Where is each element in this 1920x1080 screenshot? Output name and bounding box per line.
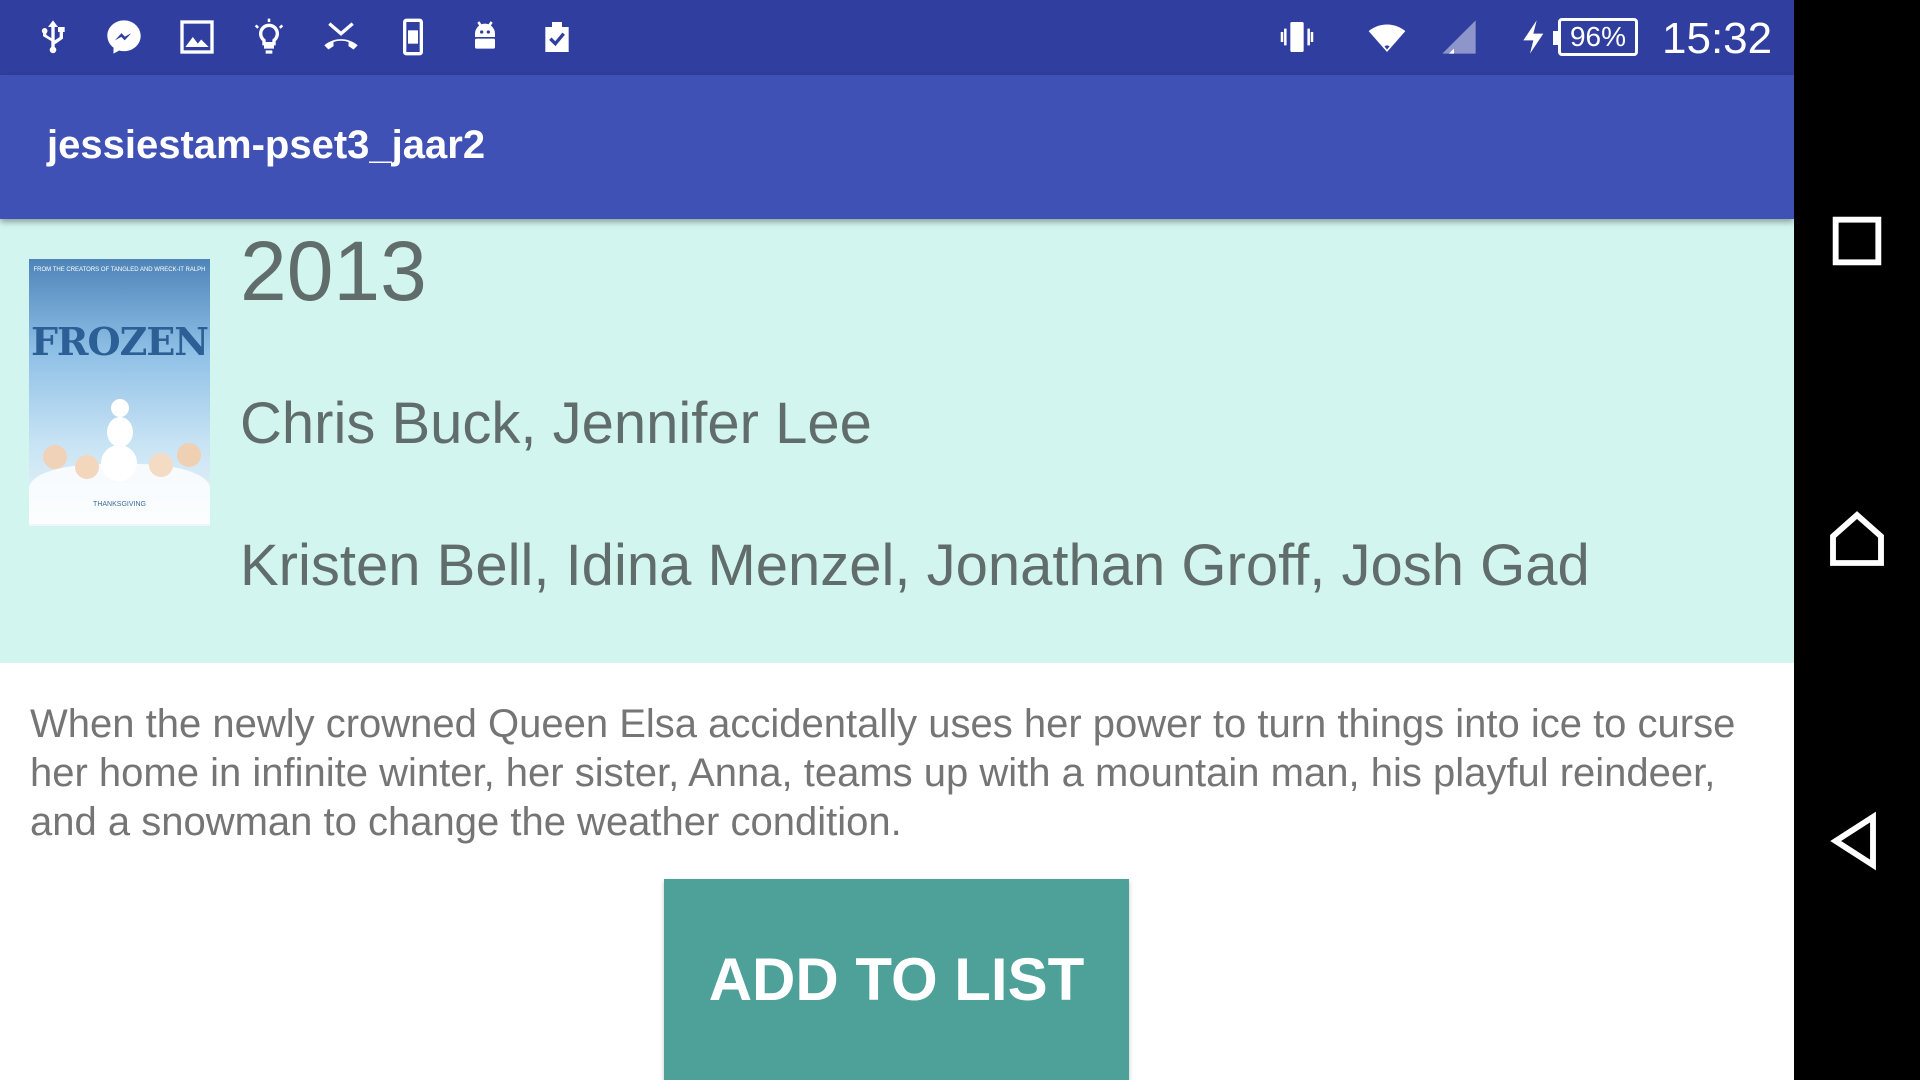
clipboard-check-icon — [534, 14, 580, 60]
home-button[interactable] — [1820, 502, 1894, 576]
recent-apps-button[interactable] — [1820, 204, 1894, 278]
image-icon — [174, 14, 220, 60]
signal-icon — [1436, 14, 1482, 60]
device-icon — [390, 14, 436, 60]
square-icon — [1832, 216, 1882, 266]
movie-poster: FROM THE CREATORS OF TANGLED AND WRECK-I… — [29, 259, 210, 526]
back-triangle-icon — [1830, 811, 1876, 871]
movie-header: FROM THE CREATORS OF TANGLED AND WRECK-I… — [0, 219, 1794, 663]
poster-release-text: THANKSGIVING — [93, 501, 146, 508]
movie-directors: Chris Buck, Jennifer Lee — [240, 391, 872, 456]
app-title: jessiestam-pset3_jaar2 — [47, 123, 486, 167]
android-icon — [462, 14, 508, 60]
navigation-bar — [1794, 0, 1920, 1080]
back-button[interactable] — [1820, 804, 1894, 878]
app-bar: jessiestam-pset3_jaar2 — [0, 75, 1794, 219]
movie-year: 2013 — [240, 224, 427, 318]
wifi-icon — [1364, 14, 1410, 60]
add-to-list-button[interactable]: ADD TO LIST — [664, 879, 1129, 1080]
poster-tagline: FROM THE CREATORS OF TANGLED AND WRECK-I… — [33, 267, 206, 273]
charging-icon — [1512, 14, 1558, 60]
missed-call-icon — [318, 14, 364, 60]
clock: 15:32 — [1662, 14, 1773, 63]
app-screen: 96% 15:32 jessiestam-pset3_jaar2 FROM TH… — [0, 0, 1794, 1080]
usb-icon — [30, 14, 76, 60]
home-icon — [1830, 511, 1884, 566]
battery-indicator: 96% — [1553, 18, 1638, 56]
vibrate-icon — [1274, 14, 1320, 60]
lightbulb-icon — [246, 14, 292, 60]
poster-title: FROZEN — [30, 319, 209, 364]
movie-actors: Kristen Bell, Idina Menzel, Jonathan Gro… — [240, 533, 1590, 598]
movie-plot: When the newly crowned Queen Elsa accide… — [30, 702, 1736, 844]
messenger-icon — [101, 14, 147, 60]
status-bar: 96% 15:32 — [0, 0, 1794, 75]
